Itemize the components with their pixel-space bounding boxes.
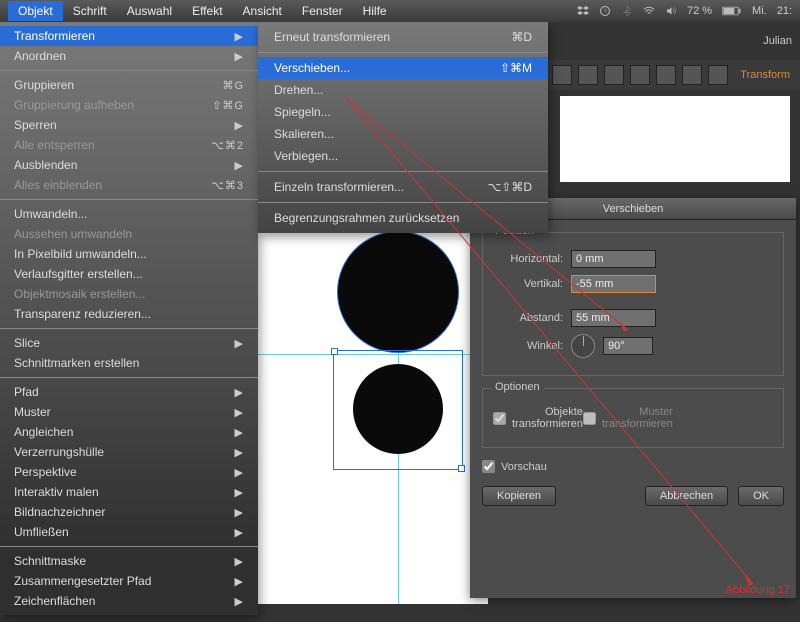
menu-item[interactable]: Angleichen▶ [0,422,258,442]
menu-item[interactable]: Anordnen▶ [0,46,258,66]
bluetooth-icon [621,5,633,17]
align-icon[interactable] [656,65,676,85]
align-icon[interactable] [708,65,728,85]
menu-item[interactable]: Sperren▶ [0,115,258,135]
menu-item[interactable]: Umwandeln... [0,204,258,224]
align-icon[interactable] [578,65,598,85]
control-bar: Transform [548,60,800,90]
position-group: Position Horizontal: Vertikal: Abstand: … [482,232,784,376]
menu-item[interactable]: Gruppieren⌘G [0,75,258,95]
winkel-label: Winkel: [493,340,563,352]
menu-item[interactable]: Transparenz reduzieren... [0,304,258,324]
clock-day: Mi. [752,5,767,17]
dropbox-icon [577,5,589,17]
menu-item[interactable]: Pfad▶ [0,382,258,402]
menu-item[interactable]: Umfließen▶ [0,522,258,542]
menu-item: Alles einblenden⌥⌘3 [0,175,258,195]
wifi-icon [643,5,655,17]
menu-item[interactable]: Zusammengesetzter Pfad▶ [0,571,258,591]
menu-fenster[interactable]: Fenster [292,1,353,21]
menu-item[interactable]: Interaktiv malen▶ [0,482,258,502]
preview-checkbox[interactable]: Vorschau [482,460,547,473]
cancel-button[interactable]: Abbrechen [645,486,728,506]
distance-input[interactable] [571,309,656,327]
selection-bbox[interactable] [333,350,463,470]
menu-hilfe[interactable]: Hilfe [353,1,397,21]
clock-time: 21: [777,5,792,17]
menu-item[interactable]: Transformieren▶ [0,26,258,46]
submenu-item[interactable]: Drehen... [258,79,548,101]
menu-item[interactable]: Zeichenflächen▶ [0,591,258,611]
options-group: Optionen Objekte transformieren Muster t… [482,388,784,448]
menu-item[interactable]: Perspektive▶ [0,462,258,482]
menu-item[interactable]: In Pixelbild umwandeln... [0,244,258,264]
horizontal-label: Horizontal: [493,253,563,265]
abstand-label: Abstand: [493,312,563,324]
menu-item[interactable]: Verzerrungshülle▶ [0,442,258,462]
menu-item: Alle entsperren⌥⌘2 [0,135,258,155]
transformieren-submenu: Erneut transformieren⌘D Verschieben...⇧⌘M… [258,22,548,233]
copy-button[interactable]: Kopieren [482,486,556,506]
artboard[interactable] [258,224,488,604]
annotation-label: Abbildung 17 [726,584,790,596]
menu-item[interactable]: Muster▶ [0,402,258,422]
menu-item[interactable]: Verlaufsgitter erstellen... [0,264,258,284]
menu-item[interactable]: Slice▶ [0,333,258,353]
menu-item[interactable]: Bildnachzeichner▶ [0,502,258,522]
objekt-menu-dropdown: Transformieren▶Anordnen▶ Gruppieren⌘GGrup… [0,22,258,615]
align-icon[interactable] [630,65,650,85]
vertical-input[interactable] [571,275,656,293]
battery-pct: 72 % [687,5,712,17]
transform-objects-checkbox[interactable]: Objekte transformieren [493,406,563,430]
transform-tab[interactable]: Transform [734,69,796,81]
menu-item[interactable]: Ausblenden▶ [0,155,258,175]
move-dialog: Verschieben Position Horizontal: Vertika… [470,198,796,598]
menu-item: Objektmosaik erstellen... [0,284,258,304]
angle-dial[interactable] [571,334,595,358]
submenu-item[interactable]: Einzeln transformieren...⌥⇧⌘D [258,176,548,198]
menubar: Objekt Schrift Auswahl Effekt Ansicht Fe… [0,0,800,22]
menu-item: Aussehen umwandeln [0,224,258,244]
align-icon[interactable] [682,65,702,85]
volume-icon [665,5,677,17]
preview-panel [560,96,790,182]
submenu-item[interactable]: Skalieren... [258,123,548,145]
menu-schrift[interactable]: Schrift [63,1,117,21]
options-legend: Optionen [491,381,544,393]
user-name: Julian [763,35,792,47]
submenu-item[interactable]: Begrenzungsrahmen zurücksetzen [258,207,548,229]
menu-ansicht[interactable]: Ansicht [233,1,292,21]
menu-effekt[interactable]: Effekt [182,1,232,21]
menu-objekt[interactable]: Objekt [8,1,63,21]
align-icon[interactable] [604,65,624,85]
menu-item[interactable]: Schnittmarken erstellen [0,353,258,373]
circle-shape-top[interactable] [338,232,458,352]
submenu-item[interactable]: Spiegeln... [258,101,548,123]
sync-icon [599,5,611,17]
system-tray: 72 % Mi. 21: [577,5,792,17]
menu-item: Gruppierung aufheben⇧⌘G [0,95,258,115]
vertical-label: Vertikal: [493,278,563,290]
transform-pattern-checkbox[interactable]: Muster transformieren [583,406,653,430]
submenu-item[interactable]: Verschieben...⇧⌘M [258,57,548,79]
angle-input[interactable] [603,337,653,355]
menu-auswahl[interactable]: Auswahl [117,1,182,21]
menu-item[interactable]: Schnittmaske▶ [0,551,258,571]
align-icon[interactable] [552,65,572,85]
battery-icon [722,5,742,17]
submenu-item[interactable]: Erneut transformieren⌘D [258,26,548,48]
ok-button[interactable]: OK [738,486,784,506]
submenu-item[interactable]: Verbiegen... [258,145,548,167]
horizontal-input[interactable] [571,250,656,268]
